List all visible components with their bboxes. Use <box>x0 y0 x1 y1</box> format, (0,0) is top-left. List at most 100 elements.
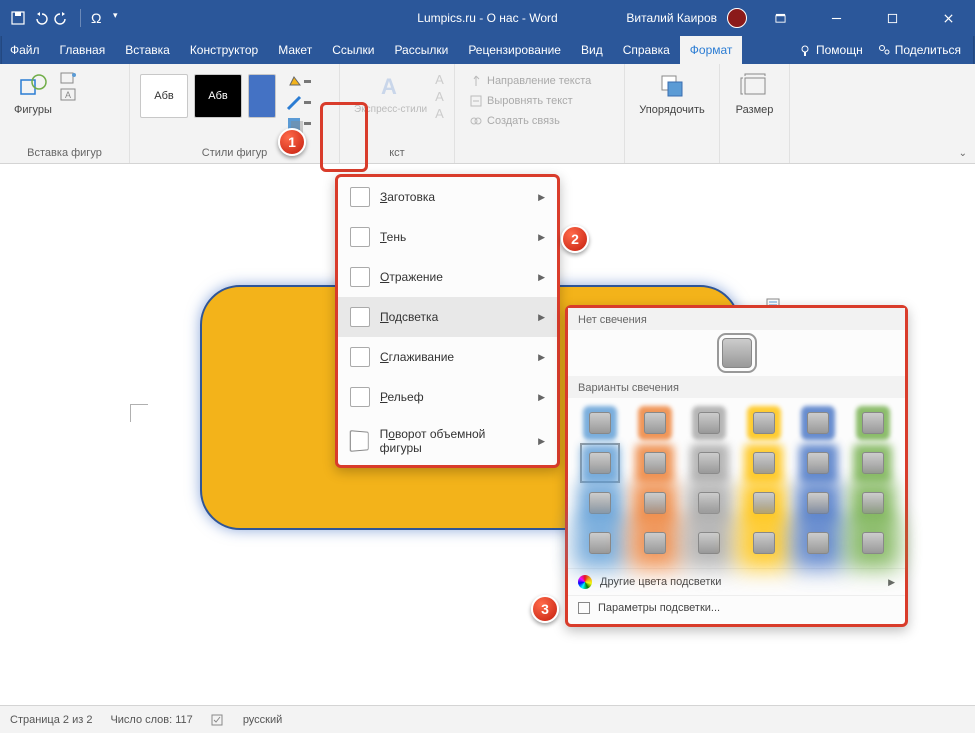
maximize-button[interactable] <box>869 0 915 36</box>
more-glow-colors[interactable]: Другие цвета подсветки ▶ <box>568 568 905 595</box>
status-word-count[interactable]: Число слов: 117 <box>110 714 192 726</box>
status-page[interactable]: Страница 2 из 2 <box>10 714 92 726</box>
glow-swatch[interactable] <box>803 528 833 558</box>
effect-preview-icon <box>350 227 370 247</box>
style-swatch-3[interactable] <box>248 74 276 118</box>
glow-swatch[interactable] <box>585 448 615 478</box>
svg-text:A: A <box>381 74 397 99</box>
tab-главная[interactable]: Главная <box>50 36 116 64</box>
glow-swatch[interactable] <box>749 448 779 478</box>
align-text-button: Выровнять текст <box>465 92 614 110</box>
undo-icon[interactable] <box>32 10 48 26</box>
omega-icon[interactable]: Ω <box>91 10 107 26</box>
effects-item-Тень[interactable]: Тень▶ <box>338 217 557 257</box>
express-label: Экспресс-стили <box>354 104 427 115</box>
effect-label: Подсветка <box>380 310 438 324</box>
glow-options[interactable]: Параметры подсветки... <box>568 595 905 620</box>
glow-swatch[interactable] <box>858 528 888 558</box>
tab-вид[interactable]: Вид <box>571 36 613 64</box>
glow-variants-header: Варианты свечения <box>568 376 905 398</box>
glow-swatch[interactable] <box>803 488 833 518</box>
autosave-icon[interactable] <box>10 10 26 26</box>
glow-swatch[interactable] <box>694 448 724 478</box>
create-link-button: Создать связь <box>465 112 614 130</box>
glow-swatch[interactable] <box>749 408 779 438</box>
shapes-button[interactable]: Фигуры <box>10 68 56 118</box>
effects-item-Рельеф[interactable]: Рельеф▶ <box>338 377 557 417</box>
effect-preview-icon <box>350 187 370 207</box>
style-swatch-1[interactable]: Абв <box>140 74 188 118</box>
minimize-button[interactable] <box>813 0 859 36</box>
effect-preview-icon <box>350 387 370 407</box>
user-name[interactable]: Виталий Каиров <box>626 11 717 25</box>
tab-справка[interactable]: Справка <box>613 36 680 64</box>
group-wordart-label: кст <box>350 147 444 161</box>
effect-preview-icon <box>350 347 370 367</box>
glow-swatch[interactable] <box>858 408 888 438</box>
ribbon-tabs: ФайлГлавнаяВставкаКонструкторМакетСсылки… <box>0 36 975 64</box>
help-button[interactable]: Помощн <box>798 43 863 57</box>
effect-preview-icon <box>350 307 370 327</box>
glow-swatch[interactable] <box>585 488 615 518</box>
glow-swatch[interactable] <box>803 448 833 478</box>
close-button[interactable] <box>925 0 971 36</box>
tab-файл[interactable]: Файл <box>0 36 50 64</box>
qat-dropdown-icon[interactable]: ▾ <box>113 10 129 26</box>
shape-outline-icon[interactable] <box>286 95 316 113</box>
spellcheck-icon[interactable] <box>211 713 225 727</box>
glow-swatch[interactable] <box>585 528 615 558</box>
effects-item-Заготовка[interactable]: Заготовка▶ <box>338 177 557 217</box>
shape-fill-icon[interactable] <box>286 74 316 92</box>
effects-item-Отражение[interactable]: Отражение▶ <box>338 257 557 297</box>
tab-вставка[interactable]: Вставка <box>115 36 180 64</box>
ribbon-display-icon[interactable] <box>757 0 803 36</box>
glow-swatch[interactable] <box>803 408 833 438</box>
edit-shape-icon[interactable] <box>60 72 78 86</box>
effects-item-Подсветка[interactable]: Подсветка▶ <box>338 297 557 337</box>
collapse-ribbon-icon[interactable]: ⌄ <box>959 148 967 159</box>
redo-icon[interactable] <box>54 10 70 26</box>
ribbon: Фигуры A Вставка фигур Абв Абв Стили фиг… <box>0 64 975 164</box>
glow-swatch[interactable] <box>640 528 670 558</box>
style-swatch-2[interactable]: Абв <box>194 74 242 118</box>
glow-swatch[interactable] <box>585 408 615 438</box>
no-glow-header: Нет свечения <box>568 308 905 330</box>
shape-effects-menu: Заготовка▶Тень▶Отражение▶Подсветка▶Сглаж… <box>335 174 560 468</box>
glow-swatch[interactable] <box>640 408 670 438</box>
tab-ссылки[interactable]: Ссылки <box>322 36 384 64</box>
size-button[interactable]: Размер <box>730 68 779 118</box>
express-styles-button: A Экспресс-стили <box>350 68 431 117</box>
tab-конструктор[interactable]: Конструктор <box>180 36 268 64</box>
options-icon <box>578 602 590 614</box>
shapes-label: Фигуры <box>14 104 52 116</box>
glow-swatch[interactable] <box>640 488 670 518</box>
glow-swatch[interactable] <box>858 488 888 518</box>
glow-swatch[interactable] <box>749 488 779 518</box>
effects-item-Сглаживание[interactable]: Сглаживание▶ <box>338 337 557 377</box>
glow-swatch[interactable] <box>858 448 888 478</box>
effects-item-Поворот объемной фигуры[interactable]: Поворот объемной фигуры▶ <box>338 417 557 465</box>
glow-swatch[interactable] <box>694 408 724 438</box>
tab-рецензирование[interactable]: Рецензирование <box>458 36 571 64</box>
glow-swatch[interactable] <box>749 528 779 558</box>
effect-label: Отражение <box>380 270 443 284</box>
effect-label: Заготовка <box>380 190 435 204</box>
tab-формат[interactable]: Формат <box>680 36 743 64</box>
user-avatar[interactable] <box>727 8 747 28</box>
no-glow-swatch[interactable] <box>722 338 752 368</box>
size-label: Размер <box>736 104 774 116</box>
effect-preview-icon <box>350 267 370 287</box>
annotation-marker-3: 3 <box>531 595 559 623</box>
status-language[interactable]: русский <box>243 714 282 726</box>
tab-рассылки[interactable]: Рассылки <box>384 36 458 64</box>
text-box-icon[interactable]: A <box>60 88 78 102</box>
group-insert-label: Вставка фигур <box>10 147 119 161</box>
glow-swatch[interactable] <box>694 528 724 558</box>
arrange-button[interactable]: Упорядочить <box>635 68 709 118</box>
tab-макет[interactable]: Макет <box>268 36 322 64</box>
share-button[interactable]: Поделиться <box>877 43 961 57</box>
text-direction-button: Направление текста <box>465 72 614 90</box>
glow-swatch[interactable] <box>694 488 724 518</box>
text-effects-icon: A <box>435 106 444 121</box>
glow-swatch[interactable] <box>640 448 670 478</box>
